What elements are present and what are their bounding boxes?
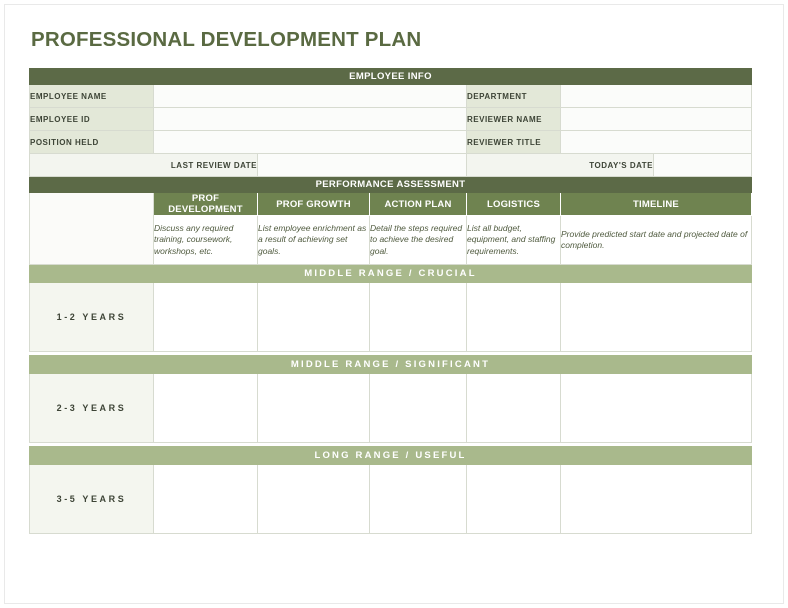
entry-cell[interactable]	[369, 464, 467, 534]
entry-cell[interactable]	[153, 373, 258, 443]
reviewer-title-label: REVIEWER TITLE	[466, 130, 561, 154]
employee-id-input[interactable]	[153, 107, 467, 131]
range-band-middle-crucial: MIDDLE RANGE / CRUCIAL	[29, 264, 752, 283]
description-prof-development: Discuss any required training, coursewor…	[153, 215, 258, 265]
description-action-plan: Detail the steps required to achieve the…	[369, 215, 467, 265]
column-header-action-plan: ACTION PLAN	[369, 192, 467, 216]
column-header-timeline: TIMELINE	[560, 192, 752, 216]
entry-cell[interactable]	[369, 282, 467, 352]
last-review-date-label: LAST REVIEW DATE	[29, 153, 258, 177]
position-held-input[interactable]	[153, 130, 467, 154]
employee-name-input[interactable]	[153, 84, 467, 108]
range-band-row: MIDDLE RANGE / SIGNIFICANT	[29, 355, 752, 374]
column-header-prof-development: PROF DEVELOPMENT	[153, 192, 258, 216]
reviewer-name-input[interactable]	[560, 107, 752, 131]
page-title: PROFESSIONAL DEVELOPMENT PLAN	[31, 28, 422, 51]
description-timeline: Provide predicted start date and project…	[560, 215, 752, 265]
todays-date-input[interactable]	[653, 153, 752, 177]
entry-cell[interactable]	[466, 464, 561, 534]
year-label-2-3-years: 2-3 YEARS	[29, 373, 154, 443]
todays-date-label: TODAY'S DATE	[466, 153, 654, 177]
position-held-label: POSITION HELD	[29, 130, 154, 154]
entry-cell[interactable]	[369, 373, 467, 443]
entry-cell[interactable]	[257, 373, 370, 443]
department-input[interactable]	[560, 84, 752, 108]
department-label: DEPARTMENT	[466, 84, 561, 108]
performance-assessment-header-row: PERFORMANCE ASSESSMENT	[29, 176, 752, 193]
entry-cell[interactable]	[466, 282, 561, 352]
range-band-middle-significant: MIDDLE RANGE / SIGNIFICANT	[29, 355, 752, 374]
range-entry-row: 1-2 YEARS	[29, 282, 752, 352]
hatched-corner-cell	[29, 192, 154, 265]
employee-info-header-row: EMPLOYEE INFO	[29, 68, 752, 85]
entry-cell[interactable]	[560, 464, 752, 534]
column-header-prof-growth: PROF GROWTH	[257, 192, 370, 216]
range-entry-row: 3-5 YEARS	[29, 464, 752, 534]
entry-cell[interactable]	[153, 282, 258, 352]
employee-id-label: EMPLOYEE ID	[29, 107, 154, 131]
reviewer-title-input[interactable]	[560, 130, 752, 154]
performance-assessment-section-title: PERFORMANCE ASSESSMENT	[29, 176, 752, 193]
range-band-row: LONG RANGE / USEFUL	[29, 446, 752, 465]
review-date-row: LAST REVIEW DATE TODAY'S DATE	[29, 153, 752, 177]
column-header-logistics: LOGISTICS	[466, 192, 561, 216]
reviewer-name-label: REVIEWER NAME	[466, 107, 561, 131]
year-label-3-5-years: 3-5 YEARS	[29, 464, 154, 534]
entry-cell[interactable]	[153, 464, 258, 534]
description-logistics: List all budget, equipment, and staffing…	[466, 215, 561, 265]
entry-cell[interactable]	[560, 373, 752, 443]
range-band-long-useful: LONG RANGE / USEFUL	[29, 446, 752, 465]
range-entry-row: 2-3 YEARS	[29, 373, 752, 443]
employee-name-label: EMPLOYEE NAME	[29, 84, 154, 108]
professional-development-plan-sheet: EMPLOYEE INFO EMPLOYEE NAME DEPARTMENT E…	[29, 68, 752, 534]
entry-cell[interactable]	[560, 282, 752, 352]
employee-info-row: EMPLOYEE ID REVIEWER NAME	[29, 107, 752, 131]
employee-info-row: EMPLOYEE NAME DEPARTMENT	[29, 84, 752, 108]
employee-info-section-title: EMPLOYEE INFO	[29, 68, 752, 85]
year-label-1-2-years: 1-2 YEARS	[29, 282, 154, 352]
last-review-date-input[interactable]	[257, 153, 467, 177]
range-band-row: MIDDLE RANGE / CRUCIAL	[29, 264, 752, 283]
description-prof-growth: List employee enrichment as a result of …	[257, 215, 370, 265]
document-page: PROFESSIONAL DEVELOPMENT PLAN EMPLOYEE I…	[0, 0, 788, 608]
employee-info-row: POSITION HELD REVIEWER TITLE	[29, 130, 752, 154]
entry-cell[interactable]	[257, 282, 370, 352]
entry-cell[interactable]	[466, 373, 561, 443]
entry-cell[interactable]	[257, 464, 370, 534]
assessment-column-header-row: PROF DEVELOPMENT PROF GROWTH ACTION PLAN…	[29, 192, 752, 265]
